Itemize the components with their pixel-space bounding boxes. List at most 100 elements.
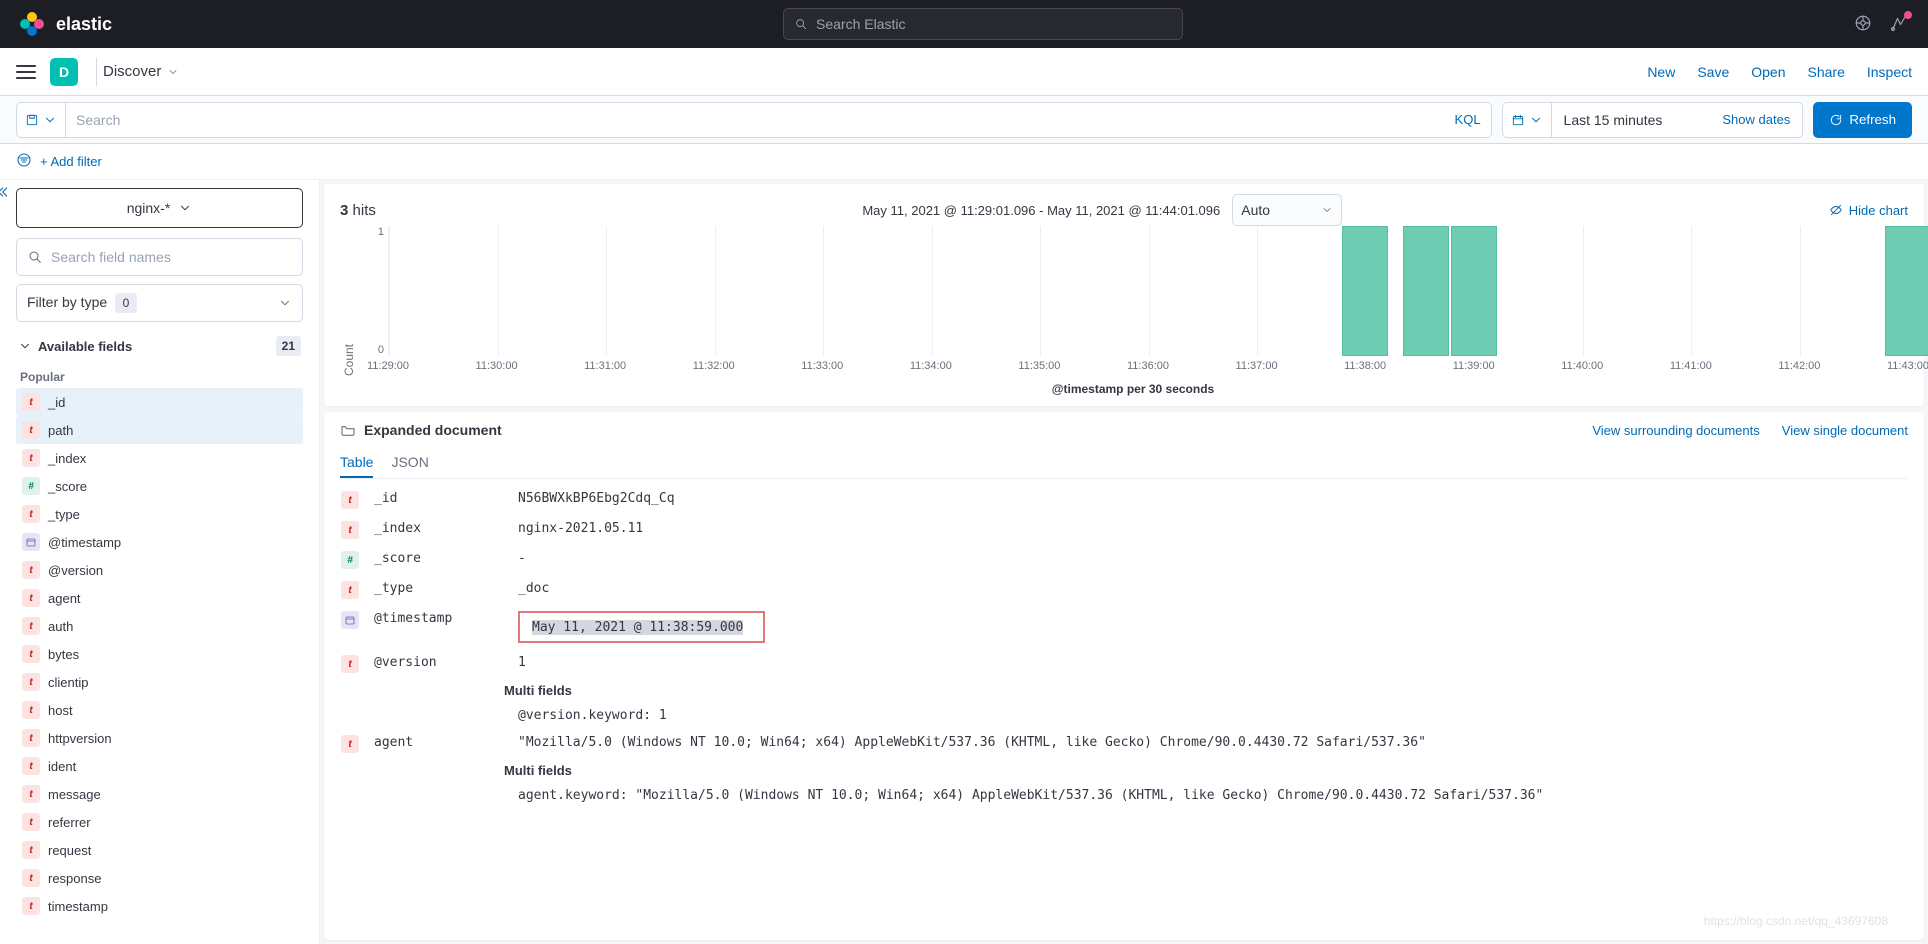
field-item[interactable]: tresponse bbox=[16, 864, 303, 892]
collapse-sidebar-button[interactable] bbox=[0, 184, 10, 203]
type-token: t bbox=[22, 561, 40, 579]
view-single-link[interactable]: View single document bbox=[1782, 423, 1908, 438]
add-filter-button[interactable]: + Add filter bbox=[40, 154, 102, 169]
date-range-display[interactable]: Last 15 minutes Show dates bbox=[1552, 102, 1804, 138]
field-item[interactable]: treferrer bbox=[16, 808, 303, 836]
histogram-chart[interactable]: Count 1 0 11:29:0011:30:0011:31:0011:32:… bbox=[340, 226, 1908, 396]
search-icon bbox=[27, 249, 43, 265]
doc-field-row: tagent"Mozilla/5.0 (Windows NT 10.0; Win… bbox=[340, 729, 1908, 759]
date-range-label: Last 15 minutes bbox=[1564, 112, 1663, 128]
fields-sidebar: nginx-* Search field names Filter by typ… bbox=[0, 180, 320, 944]
brand-name: elastic bbox=[56, 14, 112, 35]
type-token: t bbox=[341, 735, 359, 753]
xtick: 11:37:00 bbox=[1236, 360, 1278, 372]
top-nav-share[interactable]: Share bbox=[1808, 64, 1845, 80]
field-item[interactable]: ttimestamp bbox=[16, 892, 303, 920]
elastic-logo[interactable] bbox=[20, 12, 44, 36]
newsfeed-icon[interactable] bbox=[1890, 14, 1908, 35]
doc-field-key: _index bbox=[374, 521, 504, 536]
multi-fields-label: Multi fields bbox=[504, 763, 1908, 778]
filter-options-button[interactable] bbox=[16, 152, 32, 171]
type-token: t bbox=[22, 897, 40, 915]
field-item[interactable]: trequest bbox=[16, 836, 303, 864]
field-search-input[interactable]: Search field names bbox=[16, 238, 303, 276]
popular-label: Popular bbox=[16, 362, 303, 388]
field-item[interactable]: t_id bbox=[16, 388, 303, 416]
nav-toggle-button[interactable] bbox=[16, 65, 36, 79]
chevron-down-icon bbox=[278, 296, 292, 310]
field-name: host bbox=[48, 703, 73, 718]
filter-row: + Add filter bbox=[0, 144, 1928, 180]
field-item[interactable]: tmessage bbox=[16, 780, 303, 808]
available-fields-header[interactable]: Available fields 21 bbox=[16, 330, 303, 362]
query-placeholder: Search bbox=[76, 112, 120, 128]
avail-fields-label: Available fields bbox=[38, 339, 132, 354]
filter-type-count: 0 bbox=[115, 293, 137, 313]
field-item[interactable]: thost bbox=[16, 696, 303, 724]
tab-table[interactable]: Table bbox=[340, 448, 373, 478]
type-token: t bbox=[341, 521, 359, 539]
histogram-bar[interactable] bbox=[1885, 226, 1928, 356]
refresh-icon bbox=[1829, 113, 1843, 127]
type-token: # bbox=[341, 551, 359, 569]
show-dates-link[interactable]: Show dates bbox=[1722, 112, 1790, 127]
type-token: t bbox=[341, 581, 359, 599]
doc-field-key: _id bbox=[374, 491, 504, 506]
field-item[interactable]: t_type bbox=[16, 500, 303, 528]
field-item[interactable]: tagent bbox=[16, 584, 303, 612]
doc-field-row: t@version1 bbox=[340, 649, 1908, 679]
filter-type-label: Filter by type bbox=[27, 294, 107, 310]
field-item[interactable]: t@version bbox=[16, 556, 303, 584]
field-name: ident bbox=[48, 759, 76, 774]
xtick: 11:36:00 bbox=[1127, 360, 1169, 372]
field-item[interactable]: t_index bbox=[16, 444, 303, 472]
saved-queries-button[interactable] bbox=[16, 102, 66, 138]
global-search[interactable]: Search Elastic bbox=[783, 8, 1183, 40]
field-item[interactable]: thttpversion bbox=[16, 724, 303, 752]
refresh-button[interactable]: Refresh bbox=[1813, 102, 1912, 138]
field-item[interactable]: tclientip bbox=[16, 668, 303, 696]
document-panel: Expanded document View surrounding docum… bbox=[324, 412, 1924, 940]
doc-field-row: #_score- bbox=[340, 545, 1908, 575]
doc-field-row: t _id N56BWXkBP6Ebg2Cdq_Cq bbox=[340, 485, 1908, 515]
chevron-down-icon bbox=[1321, 204, 1333, 216]
view-surrounding-link[interactable]: View surrounding documents bbox=[1592, 423, 1759, 438]
index-pattern-selector[interactable]: nginx-* bbox=[16, 188, 303, 228]
field-item[interactable]: @timestamp bbox=[16, 528, 303, 556]
histogram-bar[interactable] bbox=[1451, 226, 1497, 356]
top-nav-save[interactable]: Save bbox=[1697, 64, 1729, 80]
breadcrumb[interactable]: Discover bbox=[96, 58, 179, 86]
filter-by-type-select[interactable]: Filter by type 0 bbox=[16, 284, 303, 322]
doc-field-key: agent bbox=[374, 735, 504, 750]
query-language-switch[interactable]: KQL bbox=[1455, 112, 1481, 127]
field-item[interactable]: #_score bbox=[16, 472, 303, 500]
top-nav-inspect[interactable]: Inspect bbox=[1867, 64, 1912, 80]
xtick: 11:42:00 bbox=[1778, 360, 1820, 372]
type-token: t bbox=[341, 491, 359, 509]
help-icon[interactable] bbox=[1854, 14, 1872, 35]
query-input[interactable]: Search KQL bbox=[66, 102, 1492, 138]
field-item[interactable]: tbytes bbox=[16, 640, 303, 668]
field-name: agent bbox=[48, 591, 81, 606]
doc-field-row: t_indexnginx-2021.05.11 bbox=[340, 515, 1908, 545]
field-item[interactable]: tauth bbox=[16, 612, 303, 640]
field-item[interactable]: tident bbox=[16, 752, 303, 780]
xtick: 11:33:00 bbox=[801, 360, 843, 372]
type-token: t bbox=[22, 673, 40, 691]
refresh-label: Refresh bbox=[1849, 112, 1896, 127]
space-selector[interactable]: D bbox=[50, 58, 78, 86]
date-quick-select-button[interactable] bbox=[1502, 102, 1552, 138]
top-nav-new[interactable]: New bbox=[1647, 64, 1675, 80]
disk-icon bbox=[25, 113, 39, 127]
field-name: message bbox=[48, 787, 101, 802]
interval-select[interactable]: Auto bbox=[1232, 194, 1342, 226]
tab-json[interactable]: JSON bbox=[391, 448, 428, 478]
top-nav-open[interactable]: Open bbox=[1751, 64, 1785, 80]
field-item[interactable]: tpath bbox=[16, 416, 303, 444]
watermark: https://blog.csdn.net/qq_43697608 bbox=[1704, 914, 1888, 928]
histogram-bar[interactable] bbox=[1342, 226, 1388, 356]
xtick: 11:39:00 bbox=[1453, 360, 1495, 372]
hide-chart-button[interactable]: Hide chart bbox=[1829, 203, 1908, 218]
doc-field-value: N56BWXkBP6Ebg2Cdq_Cq bbox=[518, 491, 1908, 506]
histogram-bar[interactable] bbox=[1403, 226, 1449, 356]
